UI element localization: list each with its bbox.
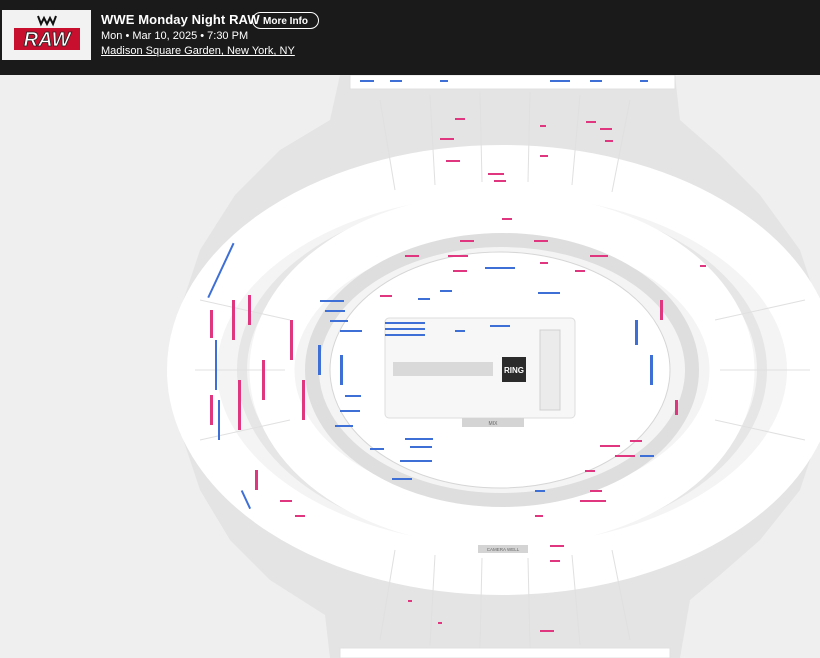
venue-link[interactable]: Madison Square Garden, New York, NY (101, 45, 295, 57)
event-title: WWE Monday Night RAW (101, 12, 260, 27)
event-header: RAW WWE Monday Night RAW More Info Mon •… (0, 0, 820, 75)
raw-logo: RAW (2, 10, 91, 60)
mix-label: MIX (489, 421, 499, 427)
entrance-ramp (393, 362, 493, 376)
bottom-sections[interactable] (339, 647, 671, 658)
camera-well-label: CAMERA WELL (487, 547, 520, 552)
event-thumbnail: RAW (2, 10, 91, 60)
raw-logo-text: RAW (24, 29, 73, 51)
floor-section-side[interactable] (539, 329, 561, 411)
event-date: Mon • Mar 10, 2025 • 7:30 PM (101, 30, 249, 42)
more-info-button[interactable]: More Info (252, 12, 319, 29)
ring-label: RING (504, 366, 524, 375)
seat-map[interactable]: RING MIX CAMERA WELL (0, 75, 820, 658)
